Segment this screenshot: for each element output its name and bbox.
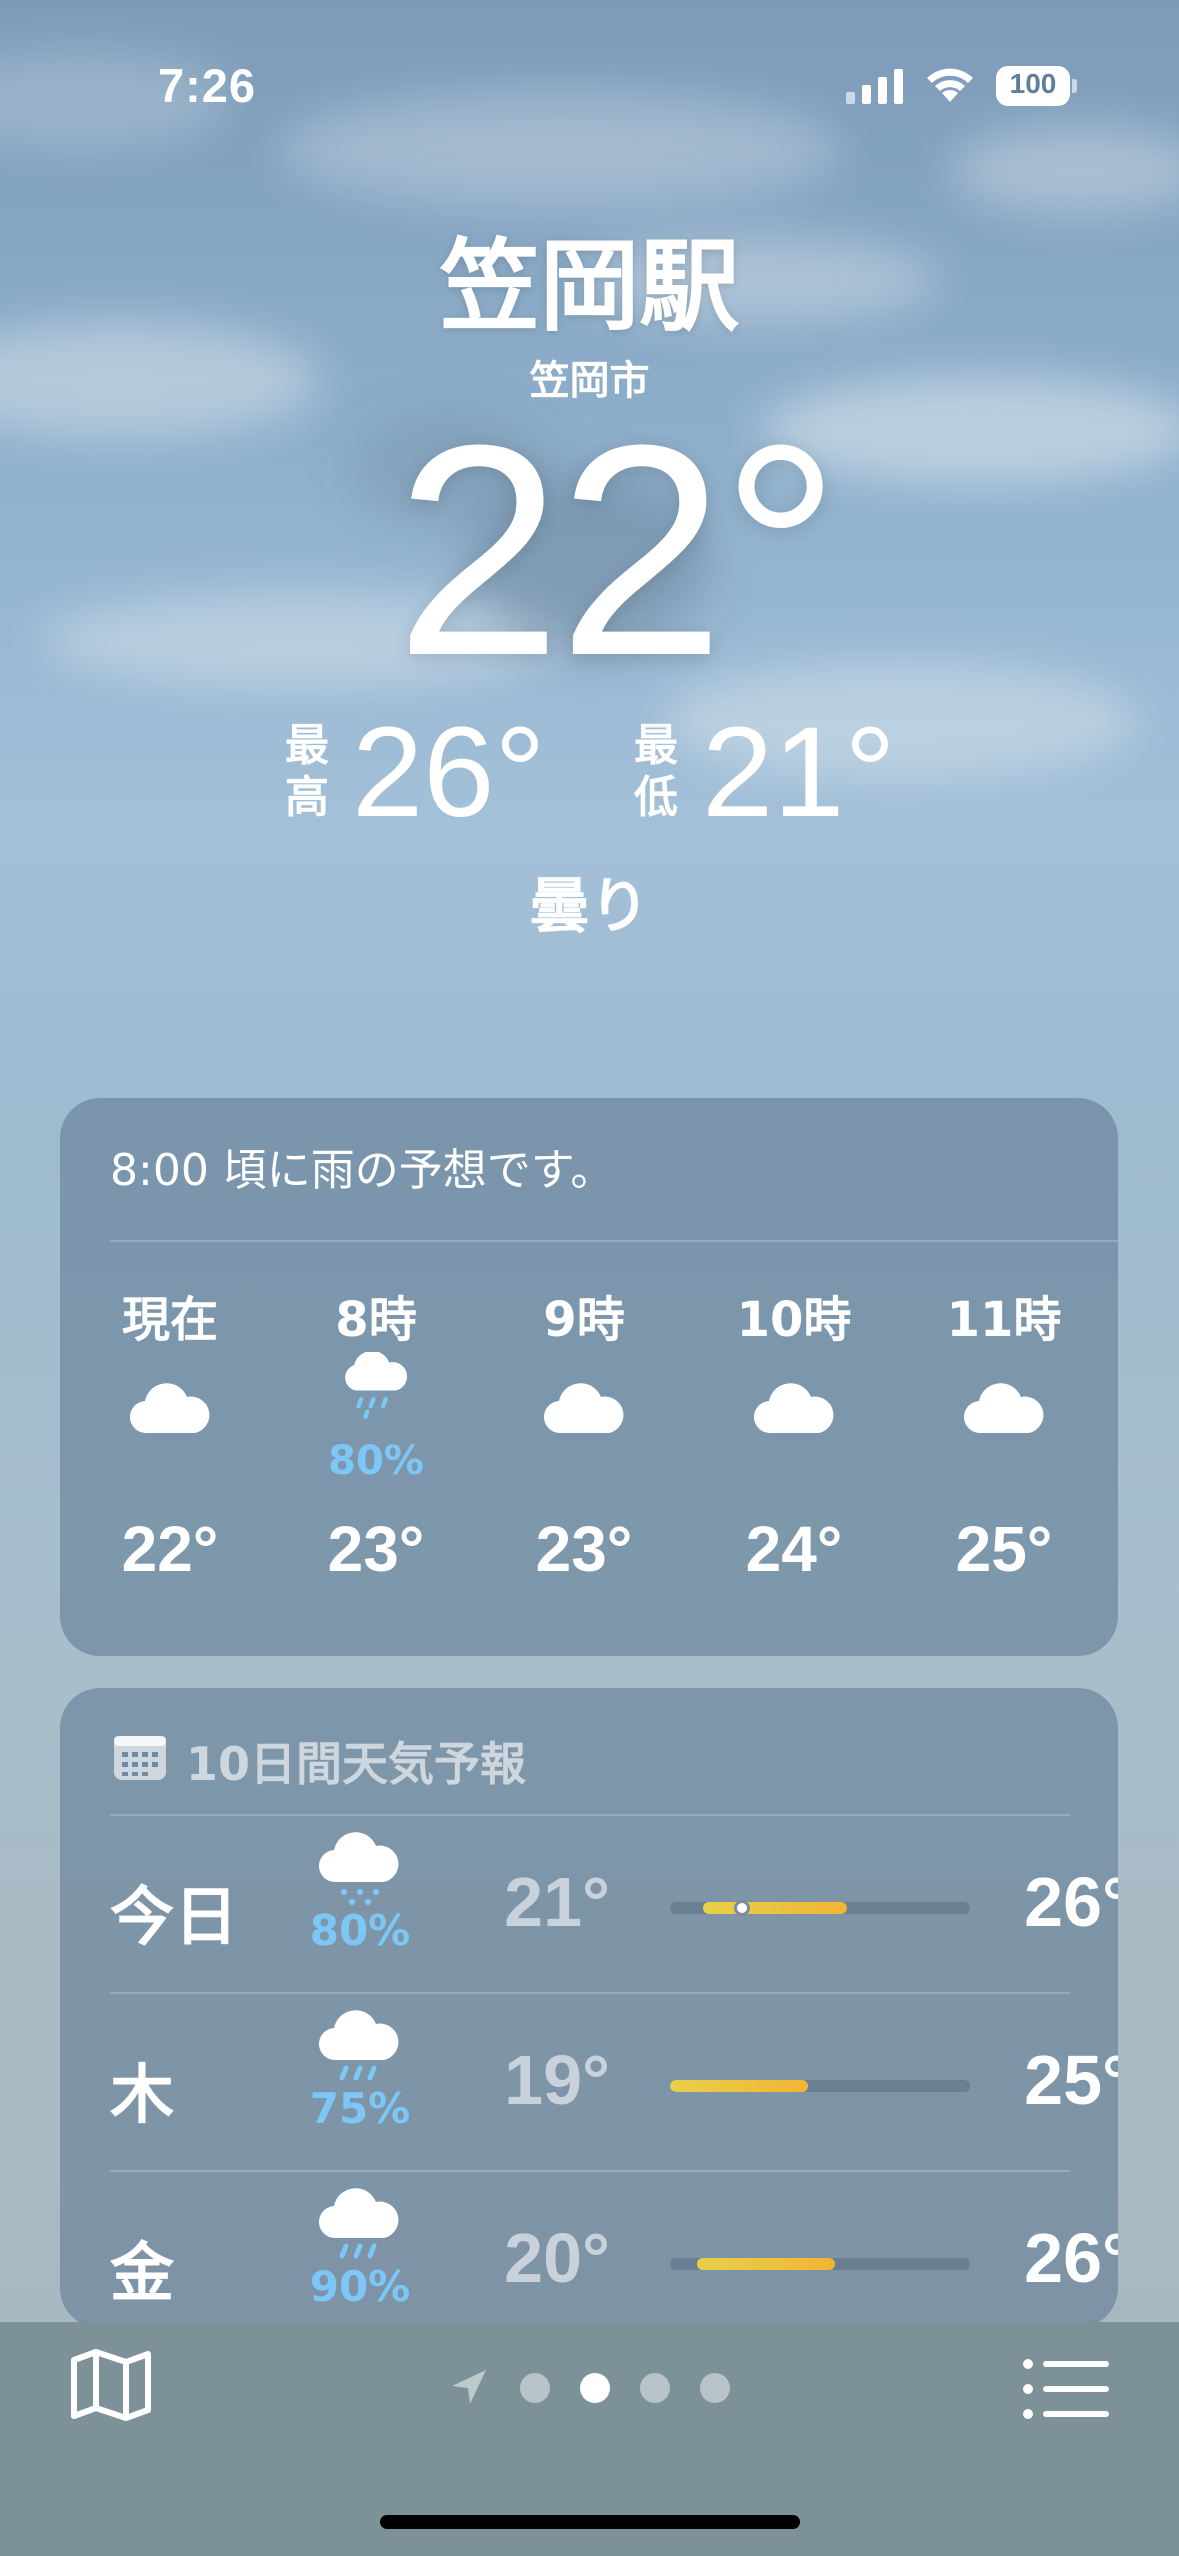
- divider: [110, 1240, 1118, 1242]
- page-dot[interactable]: [700, 2373, 730, 2403]
- day-high: 26°: [1024, 1863, 1118, 1941]
- day-row[interactable]: 今日 80% 21° 26°: [110, 1814, 1118, 1992]
- weather-condition: 曇り: [529, 872, 650, 942]
- high-low: 最 高 26° 最 低 21°: [0, 705, 1179, 845]
- cloud-icon: [129, 1383, 210, 1434]
- high-label-2: 高: [285, 772, 329, 823]
- high-temperature: 26°: [352, 701, 546, 844]
- hour-temperature: 23°: [535, 1513, 633, 1585]
- cloud-drizzle-icon: [318, 1832, 399, 1905]
- cloud-icon: [543, 1383, 624, 1434]
- divider: [110, 1992, 1070, 1994]
- day-name: 金: [110, 2237, 174, 2311]
- low-temperature: 21°: [702, 701, 896, 844]
- cloud-rain-icon: [345, 1352, 408, 1419]
- low-label-1: 最: [634, 720, 678, 771]
- day-row[interactable]: 木 75% 19° 25°: [110, 1992, 1118, 2170]
- page-dot-active[interactable]: [580, 2373, 610, 2403]
- battery-level: 100: [1009, 68, 1057, 99]
- page-dot[interactable]: [640, 2373, 670, 2403]
- temperature-range-fill: [703, 1902, 847, 1914]
- day-low: 19°: [504, 2041, 610, 2119]
- cellular-signal-icon: [846, 69, 903, 104]
- hour-item: 10時 24°: [694, 1280, 894, 1620]
- hour-time: 8時: [335, 1292, 417, 1348]
- temperature-range-bar: [670, 2080, 970, 2092]
- hourly-forecast-card[interactable]: 8:00 頃に雨の予想です。 現在 22° 8時 80% 23° 9時 23°: [60, 1098, 1118, 1656]
- divider: [110, 1814, 1070, 1816]
- daily-header-label: 10日間天気予報: [186, 1737, 527, 1791]
- location-arrow-icon[interactable]: [446, 2366, 490, 2410]
- day-row[interactable]: 金 90% 20° 26°: [110, 2170, 1118, 2328]
- hour-temperature: 25°: [955, 1513, 1053, 1585]
- low-label-2: 低: [634, 772, 678, 823]
- hour-time: 9時: [543, 1292, 625, 1348]
- day-high: 26°: [1024, 2219, 1118, 2297]
- hour-time: 10時: [736, 1292, 852, 1348]
- temperature-range-fill: [697, 2258, 835, 2270]
- home-indicator: [380, 2515, 800, 2529]
- hour-item: 現在 22°: [70, 1280, 270, 1620]
- map-icon[interactable]: [68, 2346, 154, 2424]
- temperature-range-bar: [670, 1900, 970, 1916]
- hour-temperature: 23°: [327, 1513, 425, 1585]
- high-label-1: 最: [285, 720, 329, 771]
- list-icon[interactable]: [1022, 2356, 1110, 2422]
- hour-time: 現在: [121, 1292, 218, 1348]
- hour-item: 8時 80% 23°: [276, 1280, 476, 1620]
- current-temp-marker: [734, 1900, 750, 1916]
- location-name: 笠岡駅: [439, 228, 740, 345]
- hour-item: 11時 25°: [904, 1280, 1104, 1620]
- day-precipitation: 75%: [309, 2084, 411, 2133]
- day-precipitation: 90%: [309, 2262, 411, 2311]
- cloud-rain-icon: [318, 2010, 399, 2081]
- page-dot[interactable]: [520, 2373, 550, 2403]
- day-high: 25°: [1024, 2041, 1118, 2119]
- cloud-icon: [753, 1383, 834, 1434]
- day-name: 木: [110, 2059, 174, 2133]
- day-name: 今日: [110, 1881, 238, 1955]
- hourly-summary: 8:00 頃に雨の予想です。: [110, 1145, 615, 1196]
- hour-temperature: 22°: [121, 1513, 219, 1585]
- current-temperature: 22°: [395, 382, 841, 718]
- hour-item: 9時 23°: [484, 1280, 684, 1620]
- temperature-range-bar: [670, 2258, 970, 2270]
- wifi-icon: [927, 68, 973, 102]
- hour-time: 11時: [946, 1292, 1062, 1348]
- calendar-icon: [114, 1736, 166, 1780]
- temperature-range-fill: [670, 2080, 808, 2092]
- cloud-icon: [963, 1383, 1044, 1434]
- status-bar: 7:26 100: [0, 0, 1179, 170]
- battery-icon: 100: [996, 66, 1078, 106]
- status-time: 7:26: [158, 59, 257, 112]
- day-low: 20°: [504, 2219, 610, 2297]
- day-precipitation: 80%: [309, 1906, 411, 1955]
- hour-precipitation: 80%: [328, 1438, 424, 1484]
- daily-forecast-card[interactable]: 10日間天気予報 今日 80% 21° 26° 木 75% 19° 25° 金 …: [60, 1688, 1118, 2328]
- hour-temperature: 24°: [745, 1513, 843, 1585]
- cloud-rain-icon: [318, 2188, 399, 2259]
- day-low: 21°: [504, 1863, 610, 1941]
- divider: [110, 2170, 1070, 2172]
